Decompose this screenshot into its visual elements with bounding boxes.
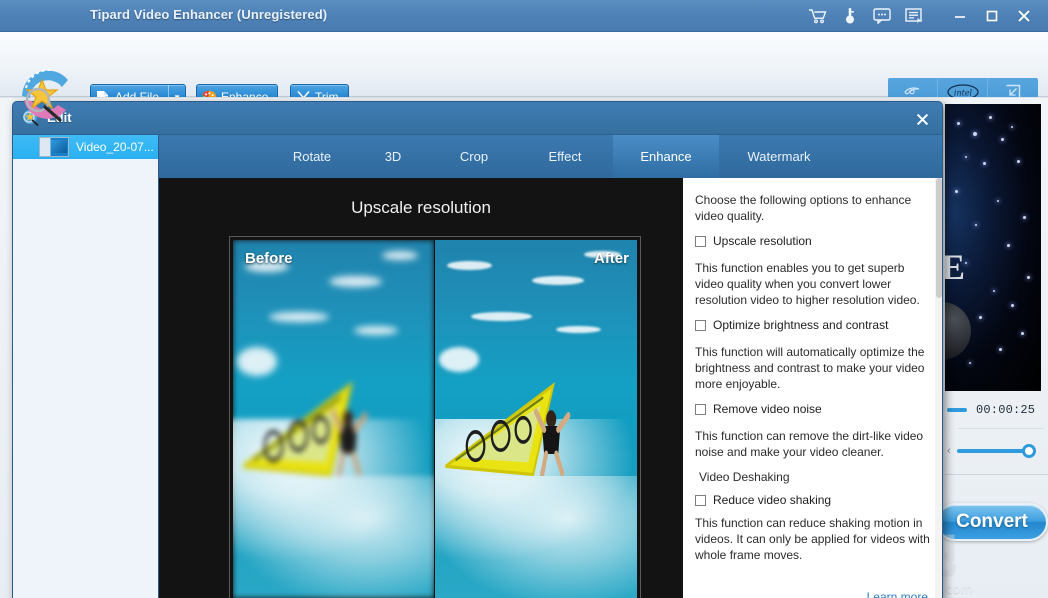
progress-bar[interactable] <box>947 408 967 412</box>
timecode-label: 00:00:25 <box>976 403 1036 417</box>
preview-overlay-text: E <box>945 247 966 287</box>
checkbox-icon[interactable] <box>695 404 706 415</box>
upscale-resolution-checkbox[interactable]: Upscale resolution <box>695 234 930 249</box>
tab-rotate[interactable]: Rotate <box>269 135 355 178</box>
upscale-resolution-label: Upscale resolution <box>713 234 812 248</box>
preview-title: Upscale resolution <box>351 198 491 217</box>
tab-rotate-label: Rotate <box>292 149 332 164</box>
after-image: After <box>435 240 637 598</box>
dialog-content: Upscale resolution Before After Choose t… <box>159 178 942 598</box>
file-name-label: Video_20-07... <box>76 140 154 154</box>
enhance-preview-area: Upscale resolution Before After <box>159 178 683 598</box>
tab-enhance[interactable]: Enhance <box>613 135 719 178</box>
key-icon[interactable] <box>834 0 866 32</box>
options-scrollbar[interactable] <box>935 178 942 598</box>
tab-effect-label: Effect <box>548 149 582 164</box>
planet-graphic <box>945 302 971 360</box>
remove-noise-label: Remove video noise <box>713 402 822 416</box>
options-intro: Choose the following options to enhance … <box>695 193 912 223</box>
titlebar-icon-group <box>802 0 1040 32</box>
remove-noise-checkbox[interactable]: Remove video noise <box>695 402 930 417</box>
tab-crop-label: Crop <box>459 149 489 164</box>
cart-icon[interactable] <box>802 0 834 32</box>
tab-3d[interactable]: 3D <box>355 135 431 178</box>
deshaking-section-label: Video Deshaking <box>699 470 790 484</box>
volume-icon: ‹ <box>947 445 951 457</box>
before-label: Before <box>245 250 293 267</box>
tab-crop[interactable]: Crop <box>431 135 517 178</box>
shaking-description: This function can reduce shaking motion … <box>695 516 930 562</box>
volume-slider-track[interactable] <box>956 444 1036 458</box>
main-titlebar: Tipard Video Enhancer (Unregistered) <box>0 0 1048 32</box>
checkbox-icon[interactable] <box>695 236 706 247</box>
scrollbar-thumb[interactable] <box>936 178 942 298</box>
optimize-brightness-label: Optimize brightness and contrast <box>713 318 889 332</box>
menu-icon[interactable] <box>898 0 930 32</box>
enhance-options-panel: Choose the following options to enhance … <box>683 178 942 598</box>
dialog-file-list: Video_20-07... <box>13 135 159 598</box>
video-thumbnail <box>39 137 69 157</box>
dialog-close-button[interactable] <box>908 107 936 131</box>
dialog-tabbar: Rotate 3D Crop Effect Enhance Watermark <box>159 135 942 178</box>
tab-enhance-label: Enhance <box>640 149 692 164</box>
checkbox-icon[interactable] <box>695 320 706 331</box>
surfer-graphic-after <box>533 408 571 477</box>
tab-watermark[interactable]: Watermark <box>719 135 839 178</box>
divider <box>958 428 1044 429</box>
reduce-shaking-checkbox[interactable]: Reduce video shaking <box>695 493 930 508</box>
tab-watermark-label: Watermark <box>747 149 811 164</box>
upscale-description: This function enables you to get superb … <box>695 261 920 307</box>
before-image: Before <box>233 240 435 598</box>
optimize-brightness-checkbox[interactable]: Optimize brightness and contrast <box>695 318 930 333</box>
tab-3d-label: 3D <box>384 149 402 164</box>
noise-description: This function can remove the dirt-like v… <box>695 429 924 459</box>
app-title: Tipard Video Enhancer (Unregistered) <box>90 7 328 22</box>
list-item[interactable]: Video_20-07... <box>13 135 158 159</box>
svg-text:intel: intel <box>953 88 972 97</box>
minimize-button[interactable] <box>944 0 976 32</box>
learn-more-link[interactable]: Learn more <box>867 590 928 598</box>
maximize-button[interactable] <box>976 0 1008 32</box>
feedback-icon[interactable] <box>866 0 898 32</box>
divider-2 <box>945 474 1048 475</box>
app-logo <box>12 60 80 122</box>
reduce-shaking-label: Reduce video shaking <box>713 493 832 507</box>
after-label: After <box>593 250 629 267</box>
dialog-titlebar: Edit <box>13 102 942 135</box>
convert-button[interactable]: Convert <box>936 503 1048 541</box>
tab-effect[interactable]: Effect <box>517 135 613 178</box>
surfer-graphic <box>331 408 368 477</box>
volume-slider-row[interactable]: ‹ <box>945 440 1048 462</box>
checkbox-icon[interactable] <box>695 495 706 506</box>
video-preview-panel[interactable]: E <box>945 104 1041 391</box>
before-after-frame: Before After <box>229 236 641 598</box>
volume-slider-knob[interactable] <box>1021 444 1036 458</box>
edit-dialog: Edit Video_20-07... Rotate 3D Crop Effec… <box>12 101 943 598</box>
application-window: Tipard Video Enhancer (Unregistered) int… <box>0 0 1048 598</box>
close-button[interactable] <box>1008 0 1040 32</box>
optimize-description: This function will automatically optimiz… <box>695 345 925 391</box>
duration-row: 00:00:25 <box>945 398 1048 422</box>
main-toolbar: Add File ▼ Enhance Trim NVIDIA <box>0 32 1048 122</box>
